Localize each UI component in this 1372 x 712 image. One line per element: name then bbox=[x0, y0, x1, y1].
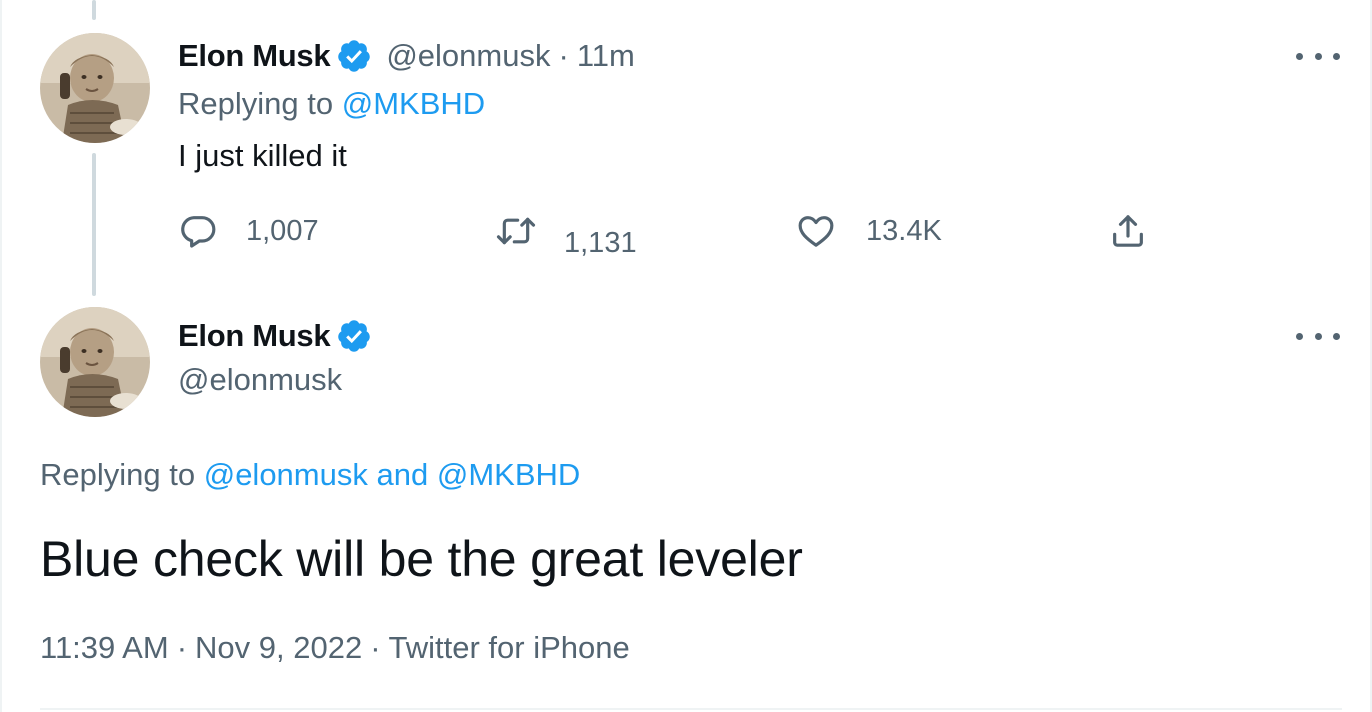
author-display-name[interactable]: Elon Musk bbox=[178, 38, 331, 74]
verified-badge-icon[interactable] bbox=[336, 318, 372, 354]
tweet-metadata: 11:39 AM · Nov 9, 2022 · Twitter for iPhone bbox=[40, 630, 630, 666]
tweet-source[interactable]: Twitter for iPhone bbox=[389, 630, 630, 665]
replying-to-label: Replying to bbox=[178, 86, 334, 121]
author-handle[interactable]: @elonmusk bbox=[178, 362, 342, 398]
speech-bubble-icon bbox=[181, 216, 216, 248]
replying-to-label: Replying to bbox=[40, 457, 196, 492]
more-dots-icon bbox=[1296, 52, 1303, 60]
retweet-button[interactable]: 1,131 bbox=[494, 211, 637, 259]
tweet-date[interactable]: Nov 9, 2022 bbox=[195, 630, 362, 665]
reply-count: 1,007 bbox=[246, 214, 319, 247]
reply-button[interactable]: 1,007 bbox=[178, 211, 319, 251]
replying-to-line: Replying to @MKBHD bbox=[178, 86, 485, 122]
more-dot bbox=[1314, 52, 1322, 60]
avatar-photo bbox=[40, 33, 150, 143]
tweet-time[interactable]: 11:39 AM bbox=[40, 630, 169, 665]
separator-dot: · bbox=[176, 630, 188, 665]
separator-dot: · bbox=[558, 38, 569, 73]
tweet-header: Elon Musk @elonmusk · 11m bbox=[178, 34, 635, 78]
mention-link[interactable]: @MKBHD bbox=[342, 86, 485, 121]
separator-dot: · bbox=[370, 630, 381, 665]
verified-badge-icon[interactable] bbox=[336, 38, 372, 74]
more-options-button[interactable] bbox=[1296, 326, 1340, 346]
tweet-header: Elon Musk bbox=[178, 316, 372, 356]
more-dots-icon bbox=[1296, 332, 1303, 340]
replying-and-label: and bbox=[376, 457, 429, 492]
like-button[interactable]: 13.4K bbox=[796, 211, 942, 251]
author-display-name[interactable]: Elon Musk bbox=[178, 318, 331, 354]
avatar-photo bbox=[40, 307, 150, 417]
thread-connector-line bbox=[92, 153, 96, 296]
retweet-arrows-icon bbox=[496, 217, 536, 245]
more-dot bbox=[1333, 332, 1340, 340]
more-dot bbox=[1333, 52, 1340, 60]
more-options-button[interactable] bbox=[1296, 46, 1340, 66]
thread-connector-top bbox=[92, 0, 96, 20]
share-upload-icon bbox=[1113, 215, 1143, 247]
tweet-time-ago[interactable]: 11m bbox=[577, 38, 635, 74]
retweet-count: 1,131 bbox=[564, 226, 637, 259]
timeline-left-border bbox=[0, 0, 2, 712]
more-dot bbox=[1314, 332, 1322, 340]
heart-icon bbox=[798, 216, 834, 247]
replying-to-line: Replying to @elonmusk and @MKBHD bbox=[40, 457, 580, 493]
tweet-text: I just killed it bbox=[178, 138, 347, 173]
mention-link[interactable]: @elonmusk bbox=[204, 457, 368, 492]
avatar[interactable] bbox=[40, 307, 150, 417]
share-button[interactable] bbox=[1108, 211, 1148, 251]
like-count: 13.4K bbox=[866, 214, 942, 247]
divider bbox=[40, 708, 1342, 710]
mention-link[interactable]: @MKBHD bbox=[437, 457, 580, 492]
main-tweet-text: Blue check will be the great leveler bbox=[40, 531, 803, 587]
avatar[interactable] bbox=[40, 33, 150, 143]
author-handle[interactable]: @elonmusk bbox=[386, 38, 550, 74]
